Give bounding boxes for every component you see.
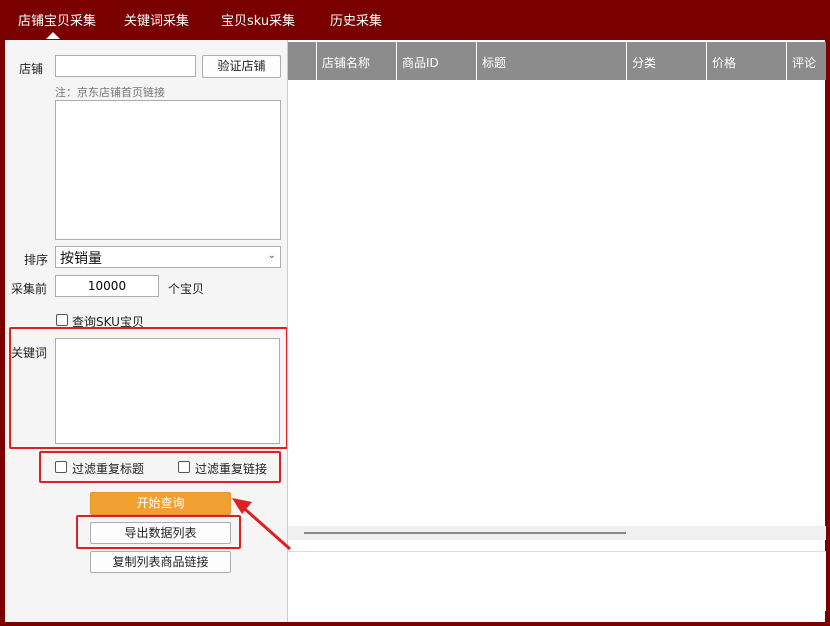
filter-link-checkbox[interactable] [178, 461, 190, 473]
verify-shop-button[interactable]: 验证店铺 [202, 55, 281, 78]
col-header-shop-name[interactable]: 店铺名称 [316, 42, 396, 80]
shop-links-textarea[interactable] [55, 100, 281, 240]
keyword-label: 关键词 [11, 346, 48, 360]
tab-shop-items[interactable]: 店铺宝贝采集 [18, 10, 96, 29]
main-frame: 店铺 验证店铺 注：京东店铺首页链接 排序 按销量 ⌄ 采集前 个宝贝 查询SK… [5, 40, 826, 622]
log-area [288, 551, 826, 611]
query-sku-label: 查询SKU宝贝 [72, 315, 144, 329]
sort-select-value: 按销量 [60, 251, 102, 267]
filter-title-checkbox[interactable] [55, 461, 67, 473]
export-data-button[interactable]: 导出数据列表 [90, 522, 231, 544]
keyword-textarea[interactable] [55, 338, 280, 444]
sort-select[interactable]: 按销量 ⌄ [55, 246, 281, 268]
active-tab-indicator [46, 32, 60, 39]
results-grid: 店铺名称 商品ID 标题 分类 价格 评论 [287, 40, 826, 622]
top-tab-bar: 店铺宝贝采集 关键词采集 宝贝sku采集 历史采集 [0, 0, 830, 40]
copy-links-button[interactable]: 复制列表商品链接 [90, 551, 231, 573]
shop-note: 注：京东店铺首页链接 [55, 86, 165, 99]
tab-sku[interactable]: 宝贝sku采集 [221, 10, 295, 29]
grid-header: 店铺名称 商品ID 标题 分类 价格 评论 [288, 42, 826, 80]
col-header-product-id[interactable]: 商品ID [396, 42, 476, 80]
tab-keyword[interactable]: 关键词采集 [124, 10, 189, 29]
collect-count-input[interactable] [55, 275, 159, 297]
chevron-down-icon: ⌄ [267, 250, 276, 261]
tab-history[interactable]: 历史采集 [330, 10, 382, 29]
collect-prefix-label: 采集前 [11, 282, 48, 296]
left-panel: 店铺 验证店铺 注：京东店铺首页链接 排序 按销量 ⌄ 采集前 个宝贝 查询SK… [5, 40, 288, 622]
shop-input[interactable] [55, 55, 196, 77]
query-sku-checkbox[interactable] [56, 314, 68, 326]
col-header-index[interactable] [288, 42, 316, 80]
shop-label: 店铺 [19, 62, 44, 76]
scrollbar-thumb[interactable] [304, 532, 626, 534]
col-header-title[interactable]: 标题 [476, 42, 626, 80]
col-header-price[interactable]: 价格 [706, 42, 786, 80]
horizontal-scrollbar[interactable] [288, 526, 826, 540]
filter-link-label: 过滤重复链接 [195, 462, 268, 476]
filter-title-label: 过滤重复标题 [72, 462, 145, 476]
col-header-category[interactable]: 分类 [626, 42, 706, 80]
start-query-button[interactable]: 开始查询 [90, 492, 231, 515]
col-header-comments[interactable]: 评论 [786, 42, 826, 80]
sort-label: 排序 [24, 253, 49, 267]
collect-suffix-label: 个宝贝 [168, 282, 205, 296]
